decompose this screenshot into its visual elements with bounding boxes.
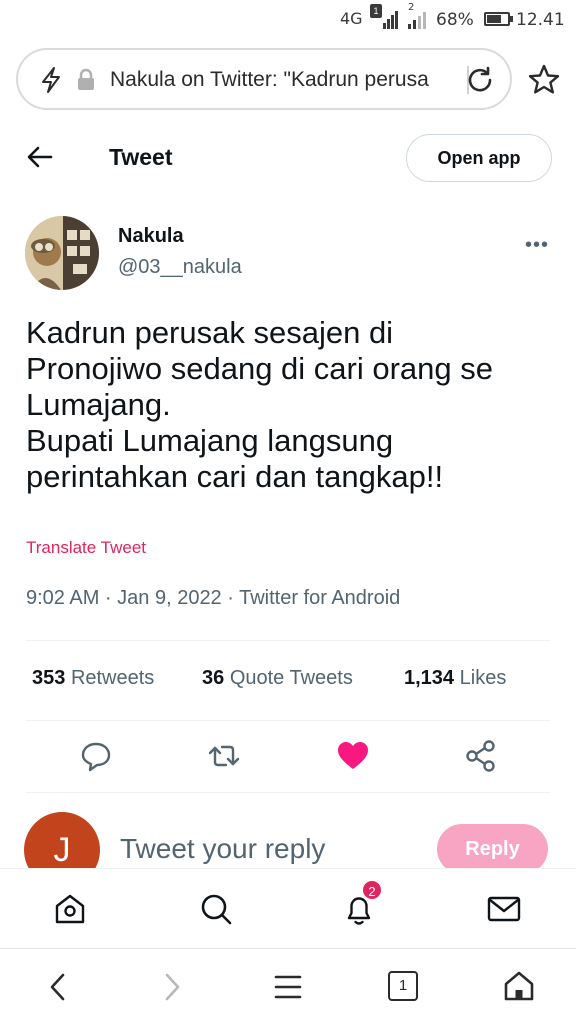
- address-bar[interactable]: Nakula on Twitter: "Kadrun perusa: [16, 48, 512, 110]
- home-icon[interactable]: [52, 891, 88, 927]
- like-heart-icon[interactable]: [333, 736, 373, 776]
- retweets-count: 353: [32, 667, 66, 689]
- battery-percent: 68%: [436, 10, 474, 30]
- divider: [26, 792, 550, 793]
- signal-icon-sim1: [383, 11, 398, 29]
- page-title: Tweet: [109, 144, 173, 170]
- divider: [26, 720, 550, 721]
- notifications-badge: 2: [361, 879, 383, 901]
- clock: 12.41: [516, 10, 565, 30]
- likes-stat[interactable]: 1,134 Likes: [404, 667, 506, 690]
- quote-count: 36: [202, 667, 225, 689]
- tweet-meta: 9:02 AM · Jan 9, 2022 · Twitter for Andr…: [26, 587, 401, 609]
- divider: [26, 640, 550, 641]
- browser-menu-icon[interactable]: [273, 973, 303, 1001]
- tweet-line: Kadrun perusak sesajen di: [26, 315, 394, 350]
- lightning-icon[interactable]: [38, 66, 64, 94]
- tweet-line: Bupati Lumajang langsung: [26, 423, 394, 458]
- browser-toolbar: 1: [0, 948, 576, 1024]
- bottom-nav: [0, 868, 576, 948]
- tabs-count: 1: [398, 977, 408, 994]
- tweet-line: Lumajang.: [26, 387, 171, 422]
- avatar-image: [25, 216, 99, 290]
- tweet-line: Pronojiwo sedang di cari orang se: [26, 351, 493, 386]
- author-name[interactable]: Nakula: [118, 225, 184, 248]
- browser-tabs-button[interactable]: 1: [388, 971, 418, 1001]
- status-bar: 4G 1 2 68% 12.41: [0, 0, 576, 38]
- network-type: 4G: [340, 9, 363, 28]
- reply-input[interactable]: Tweet your reply: [120, 833, 325, 865]
- lock-icon: [78, 68, 94, 90]
- quote-tweets-stat[interactable]: 36 Quote Tweets: [202, 667, 353, 690]
- more-options-icon[interactable]: •••: [525, 234, 549, 257]
- tweet-text: Kadrun perusak sesajen di Pronojiwo seda…: [26, 315, 566, 495]
- browser-home-icon[interactable]: [502, 969, 536, 1003]
- author-handle[interactable]: @03__nakula: [118, 256, 242, 279]
- translate-tweet-link[interactable]: Translate Tweet: [26, 538, 146, 558]
- quote-label: Quote Tweets: [229, 667, 353, 689]
- battery-tip: [510, 16, 513, 22]
- bookmark-star-icon[interactable]: [527, 63, 561, 95]
- back-arrow-icon[interactable]: [26, 145, 54, 169]
- likes-count: 1,134: [404, 667, 455, 689]
- url-text[interactable]: Nakula on Twitter: "Kadrun perusa: [110, 68, 450, 92]
- sim1-badge: 1: [370, 4, 382, 18]
- likes-label: Likes: [459, 667, 507, 689]
- browser-forward-icon[interactable]: [158, 971, 186, 1003]
- battery-icon: [484, 12, 510, 26]
- signal-icon-sim2: [408, 12, 426, 29]
- open-app-button[interactable]: Open app: [406, 134, 552, 182]
- author-avatar[interactable]: [25, 216, 99, 290]
- messages-mail-icon[interactable]: [486, 891, 522, 927]
- reload-icon[interactable]: [464, 64, 496, 96]
- battery-level: [487, 15, 501, 23]
- share-icon[interactable]: [461, 736, 501, 776]
- retweets-label: Retweets: [70, 667, 155, 689]
- tweet-line: perintahkan cari dan tangkap!!: [26, 459, 444, 494]
- retweet-icon[interactable]: [204, 736, 244, 776]
- browser-back-icon[interactable]: [44, 971, 72, 1003]
- retweets-stat[interactable]: 353 Retweets: [32, 667, 154, 690]
- reply-icon[interactable]: [76, 736, 116, 776]
- search-icon[interactable]: [198, 891, 234, 927]
- reply-button[interactable]: Reply: [437, 824, 548, 874]
